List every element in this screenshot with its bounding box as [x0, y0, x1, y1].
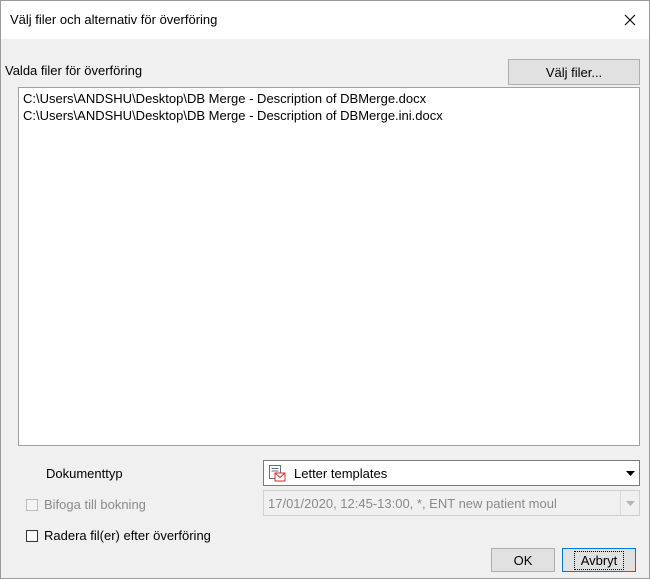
delete-after-transfer-label: Radera fil(er) efter överföring — [44, 528, 211, 543]
document-type-select[interactable]: Letter templates — [263, 460, 640, 486]
dropdown-arrow-icon[interactable] — [620, 491, 639, 515]
attach-to-booking-checkbox[interactable]: Bifoga till bokning — [26, 497, 146, 512]
cancel-button-label: Avbryt — [573, 550, 625, 570]
attach-to-booking-label: Bifoga till bokning — [44, 497, 146, 512]
file-list[interactable]: C:\Users\ANDSHU\Desktop\DB Merge - Descr… — [18, 87, 640, 446]
file-list-item[interactable]: C:\Users\ANDSHU\Desktop\DB Merge - Descr… — [19, 90, 639, 107]
dropdown-arrow-icon[interactable] — [621, 461, 639, 485]
letter-template-icon — [269, 465, 286, 482]
document-type-label: Dokumenttyp — [46, 466, 123, 481]
close-button[interactable] — [617, 7, 643, 33]
cancel-button[interactable]: Avbryt — [562, 548, 636, 572]
selected-files-label: Valda filer för överföring — [5, 63, 143, 78]
booking-value: 17/01/2020, 12:45-13:00, *, ENT new pati… — [268, 495, 557, 511]
ok-button[interactable]: OK — [491, 548, 555, 572]
choose-files-button[interactable]: Välj filer... — [508, 59, 640, 85]
file-list-item[interactable]: C:\Users\ANDSHU\Desktop\DB Merge - Descr… — [19, 107, 639, 124]
checkbox-box[interactable] — [26, 529, 38, 542]
checkbox-box[interactable] — [26, 498, 38, 511]
dialog-title: Välj filer och alternativ för överföring — [10, 12, 218, 27]
booking-select[interactable]: 17/01/2020, 12:45-13:00, *, ENT new pati… — [263, 490, 640, 516]
close-icon — [624, 14, 636, 26]
title-bar: Välj filer och alternativ för överföring — [1, 1, 649, 39]
dialog-window: Välj filer och alternativ för överföring… — [0, 0, 650, 579]
document-type-value: Letter templates — [294, 465, 388, 481]
delete-after-transfer-checkbox[interactable]: Radera fil(er) efter överföring — [26, 528, 211, 543]
